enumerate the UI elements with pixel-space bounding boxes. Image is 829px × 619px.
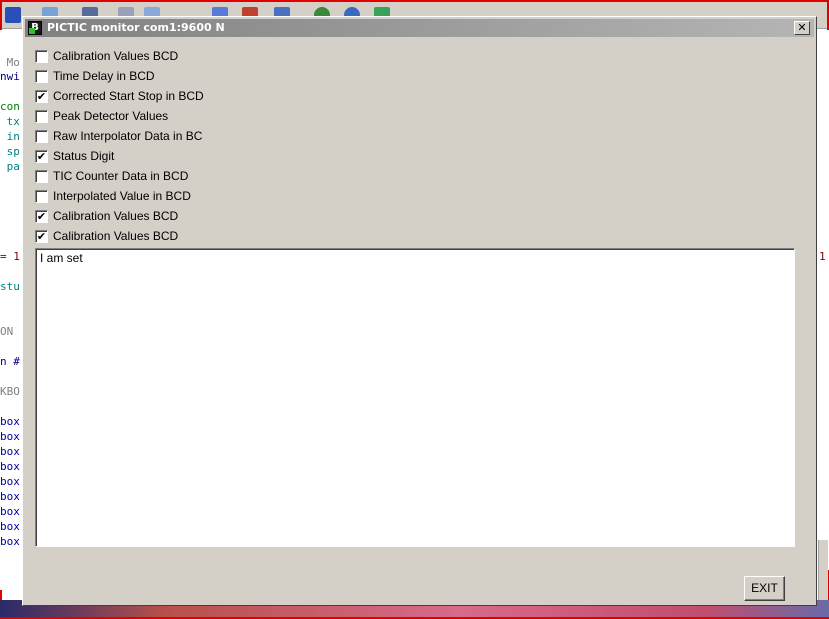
code-fragment: stu xyxy=(0,280,20,293)
code-fragment: box xyxy=(0,445,20,458)
code-fragment: box xyxy=(0,535,20,548)
code-fragment: box xyxy=(0,505,20,518)
code-fragment: pa xyxy=(0,160,20,173)
editor-scrollbar[interactable] xyxy=(818,540,828,600)
save-icon[interactable] xyxy=(5,7,21,23)
code-fragment: 1 xyxy=(819,250,826,263)
checkbox-label: Raw Interpolator Data in BC xyxy=(53,129,203,143)
checkbox-label: Calibration Values BCD xyxy=(53,229,179,243)
dialog-title: PICTIC monitor com1:9600 N xyxy=(47,21,225,34)
code-fragment: Mo xyxy=(0,56,20,69)
checkbox-label: Peak Detector Values xyxy=(53,109,169,123)
code-fragment: box xyxy=(0,475,20,488)
code-fragment: n # xyxy=(0,355,20,368)
checkbox-label: Interpolated Value in BCD xyxy=(53,189,191,203)
code-fragment: ON xyxy=(0,325,14,338)
output-text: I am set xyxy=(40,251,83,265)
code-fragment: sp xyxy=(0,145,20,158)
checkbox-label: Calibration Values BCD xyxy=(53,209,179,223)
close-icon: ✕ xyxy=(797,21,807,34)
checkbox-label: Status Digit xyxy=(53,149,115,163)
checkbox-label: TIC Counter Data in BCD xyxy=(53,169,189,183)
checkbox-checked[interactable]: ✔ xyxy=(35,90,48,103)
code-fragment: box xyxy=(0,460,20,473)
code-fragment: tx xyxy=(0,115,20,128)
pictic-monitor-dialog: B PICTIC monitor com1:9600 N ✕ Calibrati… xyxy=(22,16,817,606)
app-icon: B xyxy=(28,21,42,35)
checkbox-label: Calibration Values BCD xyxy=(53,49,179,63)
code-fragment: KBO xyxy=(0,385,20,398)
checkbox[interactable] xyxy=(35,170,48,183)
dialog-titlebar[interactable]: B PICTIC monitor com1:9600 N ✕ xyxy=(25,19,814,37)
code-fragment: nwi xyxy=(0,70,20,83)
checkbox-label: Time Delay in BCD xyxy=(53,69,155,83)
checkbox[interactable] xyxy=(35,130,48,143)
code-fragment: box xyxy=(0,415,20,428)
checkbox-label: Corrected Start Stop in BCD xyxy=(53,89,204,103)
checkbox-checked[interactable]: ✔ xyxy=(35,230,48,243)
checkbox[interactable] xyxy=(35,190,48,203)
exit-button[interactable]: EXIT xyxy=(744,576,785,601)
monitor-output-textarea[interactable]: I am set xyxy=(35,248,795,547)
checkbox-checked[interactable]: ✔ xyxy=(35,150,48,163)
checkbox-checked[interactable]: ✔ xyxy=(35,210,48,223)
editor-right-edge: 1 xyxy=(818,30,829,570)
code-fragment: box xyxy=(0,520,20,533)
code-fragment: box xyxy=(0,430,20,443)
code-fragment: box xyxy=(0,490,20,503)
checkbox[interactable] xyxy=(35,50,48,63)
checkbox[interactable] xyxy=(35,110,48,123)
code-fragment: = 1 xyxy=(0,250,20,263)
checkbox[interactable] xyxy=(35,70,48,83)
code-fragment: con xyxy=(0,100,20,113)
close-button[interactable]: ✕ xyxy=(794,21,810,35)
code-fragment: in xyxy=(0,130,20,143)
